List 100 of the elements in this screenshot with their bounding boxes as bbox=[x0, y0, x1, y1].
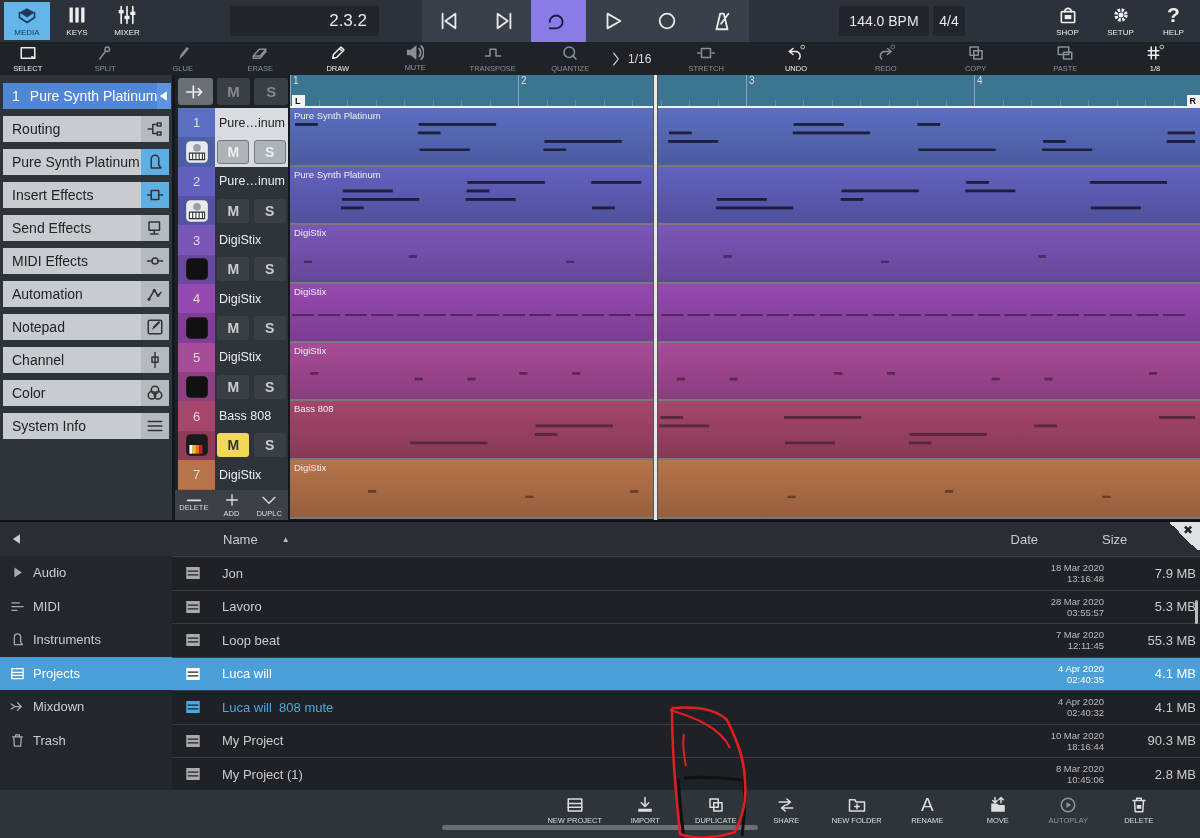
bag-icon bbox=[1057, 5, 1078, 25]
midi-region[interactable]: Pure Synth Platinum bbox=[290, 166, 1200, 226]
track-name[interactable]: Pure…inum bbox=[215, 166, 288, 196]
midi-region[interactable]: DigiStix bbox=[290, 460, 1200, 519]
m-button[interactable]: M bbox=[217, 316, 250, 341]
file-name: Jon bbox=[222, 565, 244, 581]
file-row[interactable]: Lavoro 28 Mar 2020 03:55:57 5.3 MB bbox=[172, 589, 1200, 623]
file-size: 5.3 MB bbox=[1153, 599, 1196, 615]
minus-icon bbox=[185, 497, 202, 503]
inspector-item[interactable]: Insert Effects bbox=[3, 182, 169, 208]
play-circle-icon bbox=[1059, 796, 1078, 814]
inspector-item[interactable]: Automation bbox=[3, 281, 169, 307]
file-name: My Project bbox=[222, 733, 285, 749]
midi-region[interactable]: Pure Synth Platinum bbox=[290, 108, 1200, 167]
midi-region[interactable]: Bass 808 bbox=[290, 401, 1200, 461]
bar-number: 3 bbox=[746, 75, 974, 106]
track-name[interactable]: DigiStix bbox=[215, 225, 288, 255]
track-name[interactable]: Bass 808 bbox=[215, 401, 288, 431]
copy-icon bbox=[706, 796, 725, 814]
region-name: DigiStix bbox=[294, 227, 327, 239]
midi-region[interactable]: DigiStix bbox=[290, 342, 1200, 402]
file-row[interactable]: Jon 18 Mar 2020 13:16:48 7.9 MB bbox=[172, 556, 1200, 590]
midi-region[interactable]: DigiStix bbox=[290, 225, 1200, 285]
inspector-item[interactable]: Color bbox=[3, 380, 169, 406]
loop-button[interactable] bbox=[531, 0, 586, 42]
folder-plus-icon bbox=[847, 796, 866, 814]
copy-icon bbox=[966, 44, 985, 62]
loop-start-marker[interactable]: L bbox=[292, 95, 305, 106]
setup-button[interactable]: SETUP bbox=[1094, 5, 1147, 37]
gradient-bars-icon bbox=[183, 432, 210, 459]
grid-icon bbox=[1146, 44, 1165, 62]
category-item[interactable]: Audio bbox=[0, 556, 172, 590]
view-tab[interactable]: MIXER bbox=[104, 2, 150, 40]
size-column-header[interactable]: Size bbox=[1102, 531, 1162, 547]
file-name: Luca will 808 mute bbox=[222, 699, 335, 715]
loop-end-marker[interactable]: R bbox=[1186, 95, 1200, 106]
file-row[interactable]: My Project 10 Mar 2020 18:16:44 90.3 MB bbox=[172, 723, 1200, 757]
file-size: 7.9 MB bbox=[1153, 565, 1196, 581]
track-name[interactable]: DigiStix bbox=[215, 460, 288, 490]
s-button[interactable]: S bbox=[253, 316, 286, 341]
inspector-item[interactable]: Routing bbox=[3, 116, 169, 142]
list-icon bbox=[565, 796, 584, 814]
s-button[interactable]: S bbox=[253, 433, 286, 458]
tempo-display[interactable]: 144.0 BPM bbox=[839, 6, 929, 36]
routing-icon bbox=[146, 120, 164, 138]
track-name[interactable]: DigiStix bbox=[215, 284, 288, 314]
trash-icon bbox=[10, 732, 25, 748]
view-tab[interactable]: KEYS bbox=[54, 2, 100, 40]
file-date: 7 Mar 2020 12:11:45 bbox=[1054, 629, 1104, 652]
region-name: DigiStix bbox=[294, 344, 327, 356]
inspector-item[interactable]: Notepad bbox=[3, 314, 169, 340]
s-button[interactable]: S bbox=[253, 374, 286, 399]
m-button[interactable]: M bbox=[217, 257, 250, 282]
region-name: Pure Synth Platinum bbox=[294, 110, 381, 121]
file-row[interactable]: Luca will 808 mute 4 Apr 2020 02:40:32 4.1 MB bbox=[172, 690, 1200, 724]
inspector-item[interactable]: Send Effects bbox=[3, 215, 169, 241]
undo-icon bbox=[787, 44, 805, 62]
inspector-item[interactable]: MIDI Effects bbox=[3, 248, 169, 274]
s-button[interactable]: S bbox=[253, 257, 286, 282]
track-name[interactable]: DigiStix bbox=[215, 342, 288, 373]
track-number: 5 bbox=[178, 342, 215, 373]
s-button[interactable]: S bbox=[253, 198, 286, 223]
timeline-ruler[interactable]: 1 2 3 4 L R bbox=[290, 75, 1200, 108]
file-name: Loop beat bbox=[222, 632, 281, 648]
quantize-value[interactable]: 1/16 bbox=[628, 51, 652, 66]
m-button[interactable]: M bbox=[217, 198, 250, 223]
inspector-item[interactable]: Channel bbox=[3, 347, 169, 373]
sort-icon[interactable]: ▲ bbox=[281, 534, 290, 544]
track-title[interactable]: 1 Pure Synth Platinum bbox=[3, 83, 169, 109]
name-column-header[interactable]: Name bbox=[223, 531, 258, 547]
keyboard-icon bbox=[183, 197, 210, 224]
shop-button[interactable]: SHOP bbox=[1041, 5, 1094, 37]
category-item[interactable]: Trash bbox=[0, 723, 172, 757]
scrollbar[interactable] bbox=[1195, 600, 1198, 624]
track-number: 1 bbox=[178, 108, 215, 138]
download-icon bbox=[636, 796, 655, 814]
view-tab[interactable]: MEDIA bbox=[4, 2, 50, 40]
inspector-item[interactable]: Pure Synth Platinum bbox=[3, 149, 169, 175]
midi-region[interactable]: DigiStix bbox=[290, 284, 1200, 343]
file-name: Lavoro bbox=[222, 599, 263, 615]
category-item[interactable]: MIDI bbox=[0, 589, 172, 623]
position-display[interactable]: 2.3.2 bbox=[230, 6, 379, 36]
inspector-item[interactable]: System Info bbox=[3, 413, 169, 439]
time-signature[interactable]: 4/4 bbox=[933, 6, 965, 36]
speaker-icon bbox=[406, 44, 425, 62]
region-name: Pure Synth Platinum bbox=[294, 168, 381, 180]
track-number: 2 bbox=[178, 166, 215, 196]
faders-icon bbox=[117, 5, 137, 25]
track-number: 4 bbox=[178, 284, 215, 314]
track-name[interactable]: Pure…inum bbox=[215, 108, 288, 138]
m-button[interactable]: M bbox=[217, 374, 250, 399]
m-button[interactable]: M bbox=[217, 433, 250, 458]
region-name: DigiStix bbox=[294, 462, 327, 474]
date-column-header[interactable]: Date bbox=[958, 531, 1038, 547]
help-button[interactable]: ? HELP bbox=[1147, 5, 1200, 37]
insert-track-button[interactable] bbox=[178, 78, 213, 105]
file-row[interactable]: Loop beat 7 Mar 2020 12:11:45 55.3 MB bbox=[172, 623, 1200, 657]
category-item[interactable]: Instruments bbox=[0, 623, 172, 657]
file-date: 10 Mar 2020 18:16:44 bbox=[1049, 729, 1104, 752]
category-item[interactable]: Mixdown bbox=[0, 690, 172, 724]
